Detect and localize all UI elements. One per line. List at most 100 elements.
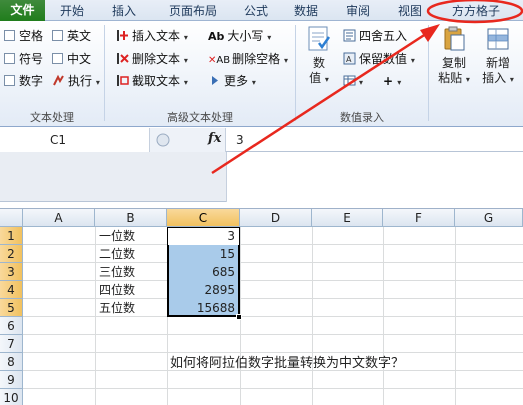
checkbox-icon	[52, 30, 63, 41]
select-all-corner[interactable]	[0, 209, 23, 227]
round-icon	[343, 29, 356, 42]
copy-paste-icon	[444, 26, 465, 51]
column-header-e[interactable]: E	[312, 209, 383, 227]
row-header-3[interactable]: 3	[0, 263, 23, 281]
symbol-label: 符号	[19, 52, 44, 66]
delete-space-button[interactable]: ✕AB 删除空格 ▾	[208, 50, 288, 68]
cell-b3[interactable]: 三位数	[99, 263, 135, 281]
execute-label: 执行	[68, 74, 93, 88]
gridline	[23, 316, 523, 317]
cell-c3[interactable]: 685	[167, 263, 238, 281]
cell-b2[interactable]: 二位数	[99, 245, 135, 263]
add-label-line1: 新增	[485, 56, 510, 70]
tab-view[interactable]: 视图	[390, 2, 430, 21]
column-header-b[interactable]: B	[95, 209, 167, 227]
name-box[interactable]: C1	[0, 128, 150, 152]
cell-b4[interactable]: 四位数	[99, 281, 135, 299]
column-header-a[interactable]: A	[23, 209, 95, 227]
cell-b5[interactable]: 五位数	[99, 299, 135, 317]
gridline	[23, 334, 523, 335]
tab-review[interactable]: 审阅	[338, 2, 378, 21]
insert-text-icon	[117, 30, 128, 41]
chinese-label: 中文	[67, 52, 92, 66]
symbol-checkbox[interactable]: 符号	[4, 50, 43, 68]
execute-button[interactable]: 执行 ▾	[52, 72, 100, 90]
checkbox-icon	[4, 53, 15, 64]
cell-c4[interactable]: 2895	[167, 281, 238, 299]
insert-text-button[interactable]: 插入文本 ▾	[116, 27, 188, 45]
gridline	[23, 388, 523, 389]
round-button[interactable]: 四舍五入	[343, 27, 407, 45]
formula-bar-expanded-area	[0, 152, 523, 202]
value-label-line2: 值	[309, 71, 322, 85]
row-header-6[interactable]: 6	[0, 317, 23, 335]
cell-c2[interactable]: 15	[167, 245, 238, 263]
keep-value-button[interactable]: A 保留数值 ▾	[343, 50, 415, 68]
tab-data[interactable]: 数据	[284, 2, 328, 21]
column-header-f[interactable]: F	[383, 209, 455, 227]
formula-bar: C1 fx 3	[0, 128, 523, 152]
keep-value-icon: A	[343, 52, 356, 65]
row-header-1[interactable]: 1	[0, 227, 23, 245]
table-insert-button[interactable]: ▾	[343, 72, 363, 90]
extract-text-button[interactable]: 截取文本 ▾	[116, 72, 188, 90]
copy-paste-button[interactable]: 复制 粘贴 ▾	[434, 25, 474, 87]
dropdown-arrow-icon: ▾	[283, 56, 288, 65]
dropdown-arrow-icon: ▾	[183, 78, 188, 87]
value-label-line1: 数	[312, 56, 325, 70]
row-header-8[interactable]: 8	[0, 353, 23, 371]
delete-text-button[interactable]: 删除文本 ▾	[116, 50, 188, 68]
tab-page-layout[interactable]: 页面布局	[160, 2, 226, 21]
column-header-c[interactable]: C	[167, 209, 240, 227]
group-separator	[428, 25, 429, 121]
column-header-d[interactable]: D	[240, 209, 312, 227]
row-header-5[interactable]: 5	[0, 299, 23, 317]
extract-text-label: 截取文本	[132, 74, 181, 88]
english-checkbox[interactable]: 英文	[52, 27, 91, 45]
collapse-icon[interactable]	[156, 133, 170, 147]
more-icon	[212, 76, 218, 85]
number-checkbox[interactable]: 数字	[4, 72, 43, 90]
tab-file[interactable]: 文件	[0, 0, 45, 21]
delete-space-icon: ✕AB	[208, 55, 231, 66]
ribbon-panel: 空格 英文 符号 中文 数字 执行 ▾ 文本处理 插入文本 ▾ 删除文本 ▾ 截…	[0, 21, 523, 127]
case-button[interactable]: Ab 大小写 ▾	[208, 27, 271, 45]
plus-button[interactable]: + ▾	[383, 72, 401, 90]
cell-c1[interactable]: 3	[167, 227, 238, 245]
cell-note-text[interactable]: 如何将阿拉伯数字批量转换为中文数字？	[170, 352, 404, 371]
row-header-4[interactable]: 4	[0, 281, 23, 299]
insert-text-label: 插入文本	[132, 29, 181, 43]
tab-fangfang-gezi[interactable]: 方方格子	[446, 2, 506, 21]
ribbon-tab-bar: 文件 开始 插入 页面布局 公式 数据 审阅 视图 方方格子	[0, 0, 523, 21]
value-button[interactable]: 数 值 ▾	[300, 25, 338, 87]
dropdown-arrow-icon: ▾	[183, 56, 188, 65]
function-fx-icon[interactable]: fx	[208, 131, 221, 146]
column-header-g[interactable]: G	[455, 209, 523, 227]
round-label: 四舍五入	[359, 29, 408, 43]
execute-icon	[53, 74, 64, 86]
more-button[interactable]: 更多 ▾	[208, 72, 256, 90]
cell-c5[interactable]: 15688	[167, 299, 238, 317]
dropdown-arrow-icon: ▾	[324, 75, 329, 84]
cell-b1[interactable]: 一位数	[99, 227, 135, 245]
english-label: 英文	[67, 29, 92, 43]
row-header-2[interactable]: 2	[0, 245, 23, 263]
worksheet-grid[interactable]: A B C D E F G 1 2 3 4 5 6 7 8 9 10 一位数 二…	[0, 208, 523, 405]
group-separator	[295, 25, 296, 121]
dropdown-arrow-icon: ▾	[410, 56, 415, 65]
row-header-7[interactable]: 7	[0, 335, 23, 353]
group-label-number-entry: 数值录入	[340, 111, 384, 124]
row-header-10[interactable]: 10	[0, 389, 23, 405]
space-checkbox[interactable]: 空格	[4, 27, 43, 45]
tab-home[interactable]: 开始	[52, 2, 92, 21]
formula-input-expanded[interactable]	[226, 152, 523, 202]
add-insert-button[interactable]: 新增 插入 ▾	[478, 25, 518, 87]
group-separator	[104, 25, 105, 121]
tab-formulas[interactable]: 公式	[236, 2, 276, 21]
case-label: 大小写	[227, 29, 264, 43]
formula-input[interactable]: 3	[236, 128, 244, 152]
tab-insert[interactable]: 插入	[104, 2, 144, 21]
chinese-checkbox[interactable]: 中文	[52, 50, 91, 68]
row-header-9[interactable]: 9	[0, 371, 23, 389]
delete-text-icon	[117, 53, 129, 64]
